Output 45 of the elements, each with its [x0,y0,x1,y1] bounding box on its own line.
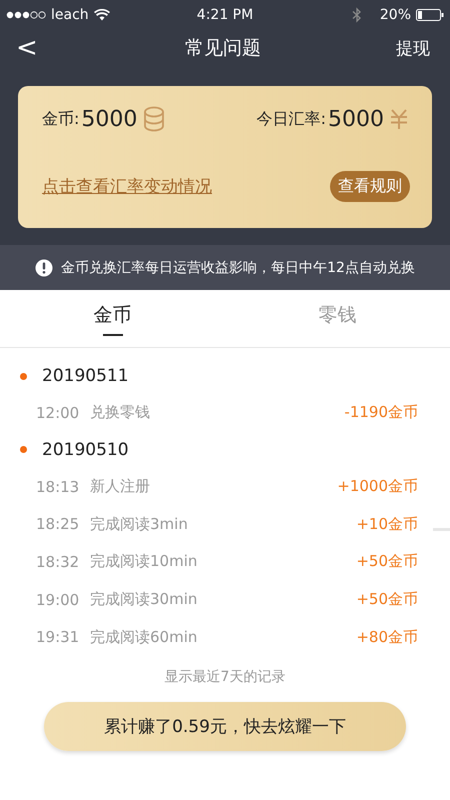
record-time: 19:31 [36,628,80,646]
signal-icon [6,11,46,19]
withdraw-button[interactable]: 提现 [380,36,430,60]
yuan-icon [388,108,410,130]
battery-icon [416,9,444,21]
coins-icon [143,106,166,132]
carrier-name: leach [51,7,89,23]
record-amount: +50金币 [356,552,418,572]
bullet-icon [20,372,27,380]
status-time: 4:21 PM [196,7,254,23]
share-button[interactable]: 累计赚了0.59元，快去炫耀一下 [44,702,406,752]
battery-percent: 20% [380,7,412,23]
rules-button[interactable]: 查看规则 [330,171,410,202]
record-description: 完成阅读10min [90,552,198,572]
rate-value: 5000 [328,106,384,132]
coins-value: 5000 [81,106,138,132]
record-description: 新人注册 [90,477,150,496]
record-amount: +1000金币 [337,477,418,496]
record-description: 完成阅读30min [90,590,198,610]
back-button[interactable]: < [16,33,66,63]
record-time: 18:25 [36,515,80,534]
records-note: 显示最近7天的记录 [164,668,286,686]
record-description: 完成阅读60min [90,628,198,647]
record-date: 20190511 [42,366,129,386]
rate-history-link[interactable]: 点击查看汇率变动情况 [42,175,212,198]
record-amount: +50金币 [356,590,418,610]
record-description: 兑换零钱 [90,403,150,422]
record-amount: -1190金币 [344,403,418,422]
alert-icon [35,258,54,276]
record-amount: +10金币 [356,514,418,534]
record-time: 12:00 [36,404,80,422]
record-amount: +80金币 [356,628,418,647]
page-title: 常见问题 [184,36,262,61]
record-description: 完成阅读3min [90,514,188,534]
record-time: 18:32 [36,552,80,571]
wifi-icon [94,9,110,21]
bullet-icon [20,446,27,454]
notice-text: 金币兑换汇率每日运营收益影响，每日中午12点自动兑换 [61,258,415,276]
coins-label: 金币: [42,108,80,130]
tab[interactable]: 金币 [0,290,225,347]
record-date: 20190510 [42,440,129,460]
record-time: 18:13 [36,478,80,496]
record-time: 19:00 [36,590,80,609]
rate-label: 今日汇率: [256,108,326,130]
bluetooth-icon [352,7,362,23]
